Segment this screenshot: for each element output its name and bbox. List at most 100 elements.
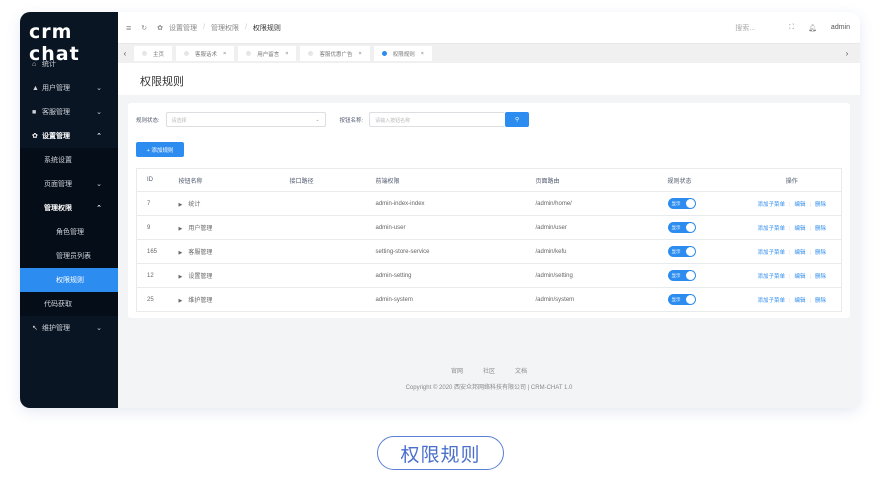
close-icon[interactable]: × <box>285 51 288 57</box>
sidebar-item-page-manage[interactable]: 页面管理 ⌄ <box>20 172 118 196</box>
cell-id: 25 <box>136 287 179 312</box>
sidebar-item-code[interactable]: 代码获取 <box>20 292 118 316</box>
col-id: ID <box>136 168 179 192</box>
edit-link[interactable]: 编辑 <box>794 226 805 232</box>
delete-link[interactable]: 删除 <box>815 274 826 280</box>
sidebar-item-admin-list[interactable]: 管理员列表 <box>20 244 118 268</box>
label: 页面管理 <box>44 181 72 188</box>
edit-link[interactable]: 编辑 <box>794 274 805 280</box>
tab-ads[interactable]: 客服优惠广告 × <box>300 46 370 61</box>
status-toggle[interactable]: 显示 <box>667 198 696 209</box>
status-select[interactable]: 请选择 ⌄ <box>165 112 326 127</box>
tabs-right-arrow[interactable]: › <box>842 49 852 58</box>
status-toggle[interactable]: 显示 <box>667 270 696 281</box>
toggle-label: 显示 <box>671 224 681 230</box>
sidebar-item-settings[interactable]: ✿ 设置管理 ⌃ <box>20 124 118 148</box>
tab-home[interactable]: 主页 <box>134 46 173 61</box>
status-placeholder: 请选择 <box>171 118 187 124</box>
breadcrumb-item[interactable]: 管理权限 <box>211 23 239 33</box>
tabs-left-arrow[interactable]: ‹ <box>120 49 130 58</box>
expand-icon[interactable]: ▶ <box>179 274 183 280</box>
sidebar-item-roles[interactable]: 角色管理 <box>20 220 118 244</box>
cell-name: ▶ 客服管理 <box>178 239 290 264</box>
status-toggle[interactable]: 显示 <box>667 246 696 257</box>
gear-icon: ✿ <box>157 24 164 32</box>
cell-front: admin-user <box>375 215 536 240</box>
search-input[interactable]: 搜索... <box>735 23 755 33</box>
label: 维护管理 <box>42 325 70 332</box>
sidebar-item-service[interactable]: ■ 客服管理 ⌄ <box>20 100 118 124</box>
chevron-down-icon: ⌄ <box>96 109 102 116</box>
sidebar-item-system-settings[interactable]: 系统设置 <box>20 148 118 172</box>
name-input[interactable]: 请输入按钮名称 <box>369 112 506 127</box>
tab-label: 权限规则 <box>392 51 415 58</box>
expand-icon[interactable]: ▶ <box>179 202 183 208</box>
footer-link[interactable]: 社区 <box>483 369 495 375</box>
add-submenu-link[interactable]: 添加子菜单 <box>758 298 786 304</box>
close-icon[interactable]: × <box>223 51 226 57</box>
chevron-down-icon: ⌄ <box>315 117 320 123</box>
delete-link[interactable]: 删除 <box>815 226 826 232</box>
menu-toggle-icon[interactable]: ≡ <box>126 23 131 33</box>
cell-name: ▶ 用户管理 <box>178 215 290 240</box>
status-toggle[interactable]: 显示 <box>667 222 696 233</box>
add-rule-button[interactable]: + 添加规则 <box>136 142 184 157</box>
cell-status: 显示 <box>667 215 743 240</box>
refresh-icon[interactable]: ↻ <box>141 24 147 32</box>
label: 设置管理 <box>42 133 70 140</box>
cell-status: 显示 <box>667 239 743 264</box>
edit-link[interactable]: 编辑 <box>794 298 805 304</box>
chevron-down-icon: ⌄ <box>96 181 102 188</box>
label: 角色管理 <box>56 229 84 236</box>
table-row: 165 ▶ 客服管理 setting-store-service /admin/k… <box>136 239 842 264</box>
fullscreen-icon[interactable]: ⛶ <box>789 24 794 32</box>
footer-link[interactable]: 文档 <box>515 369 527 375</box>
toggle-label: 显示 <box>671 200 681 206</box>
toggle-label: 显示 <box>671 272 681 278</box>
breadcrumb-item[interactable]: 设置管理 <box>169 23 197 33</box>
tab-perm-rules[interactable]: 权限规则 × <box>373 46 432 61</box>
sidebar-item-stats[interactable]: ⌂ 统计 <box>20 52 118 76</box>
expand-icon[interactable]: ▶ <box>179 298 183 304</box>
chevron-up-icon: ⌃ <box>96 133 102 140</box>
add-submenu-link[interactable]: 添加子菜单 <box>758 250 786 256</box>
close-icon[interactable]: × <box>359 51 362 57</box>
add-submenu-link[interactable]: 添加子菜单 <box>758 226 786 232</box>
edit-link[interactable]: 编辑 <box>794 250 805 256</box>
col-route: 页面路由 <box>535 168 668 192</box>
expand-icon[interactable]: ▶ <box>179 226 183 232</box>
label: 统计 <box>42 61 56 68</box>
delete-link[interactable]: 删除 <box>815 250 826 256</box>
tab-scripts[interactable]: 客服话术 × <box>176 46 235 61</box>
chevron-down-icon: ⌄ <box>96 85 102 92</box>
col-actions: 操作 <box>742 168 842 192</box>
add-submenu-link[interactable]: 添加子菜单 <box>758 202 786 208</box>
bell-icon[interactable]: 🔔︎ <box>808 24 817 32</box>
main: ≡ ↻ ✿ 设置管理 / 管理权限 / 权限规则 搜索... ⛶ 🔔︎ admin … <box>118 12 860 408</box>
toggle-label: 显示 <box>671 296 681 302</box>
sidebar-item-maintenance[interactable]: ↖ 维护管理 ⌄ <box>20 316 118 340</box>
sidebar-item-perm-rules[interactable]: 权限规则 <box>20 268 118 292</box>
expand-icon[interactable]: ▶ <box>179 250 183 256</box>
add-submenu-link[interactable]: 添加子菜单 <box>758 274 786 280</box>
footer-link[interactable]: 官网 <box>451 369 463 375</box>
delete-link[interactable]: 删除 <box>815 298 826 304</box>
cell-front: admin-index-index <box>375 191 536 216</box>
label: 系统设置 <box>44 157 72 164</box>
status-toggle[interactable]: 显示 <box>667 294 696 305</box>
edit-link[interactable]: 编辑 <box>794 202 805 208</box>
sidebar-item-admin-perm[interactable]: 管理权限 ⌃ <box>20 196 118 220</box>
cell-api <box>289 263 376 288</box>
cell-name: ▶ 设置管理 <box>178 263 290 288</box>
search-button[interactable]: ⚲ <box>505 112 530 127</box>
cell-api <box>289 191 376 216</box>
close-icon[interactable]: × <box>421 51 424 57</box>
toggle-label: 显示 <box>671 248 681 254</box>
cell-name: ▶ 维护管理 <box>178 287 290 312</box>
sidebar-item-users[interactable]: ▲ 用户管理 ⌄ <box>20 76 118 100</box>
user-menu[interactable]: admin <box>831 24 850 31</box>
cell-actions: 添加子菜单 | 编辑 | 删除 <box>742 263 842 288</box>
name-text: 客服管理 <box>188 250 213 256</box>
delete-link[interactable]: 删除 <box>815 202 826 208</box>
tab-messages[interactable]: 用户留言 × <box>238 46 297 61</box>
